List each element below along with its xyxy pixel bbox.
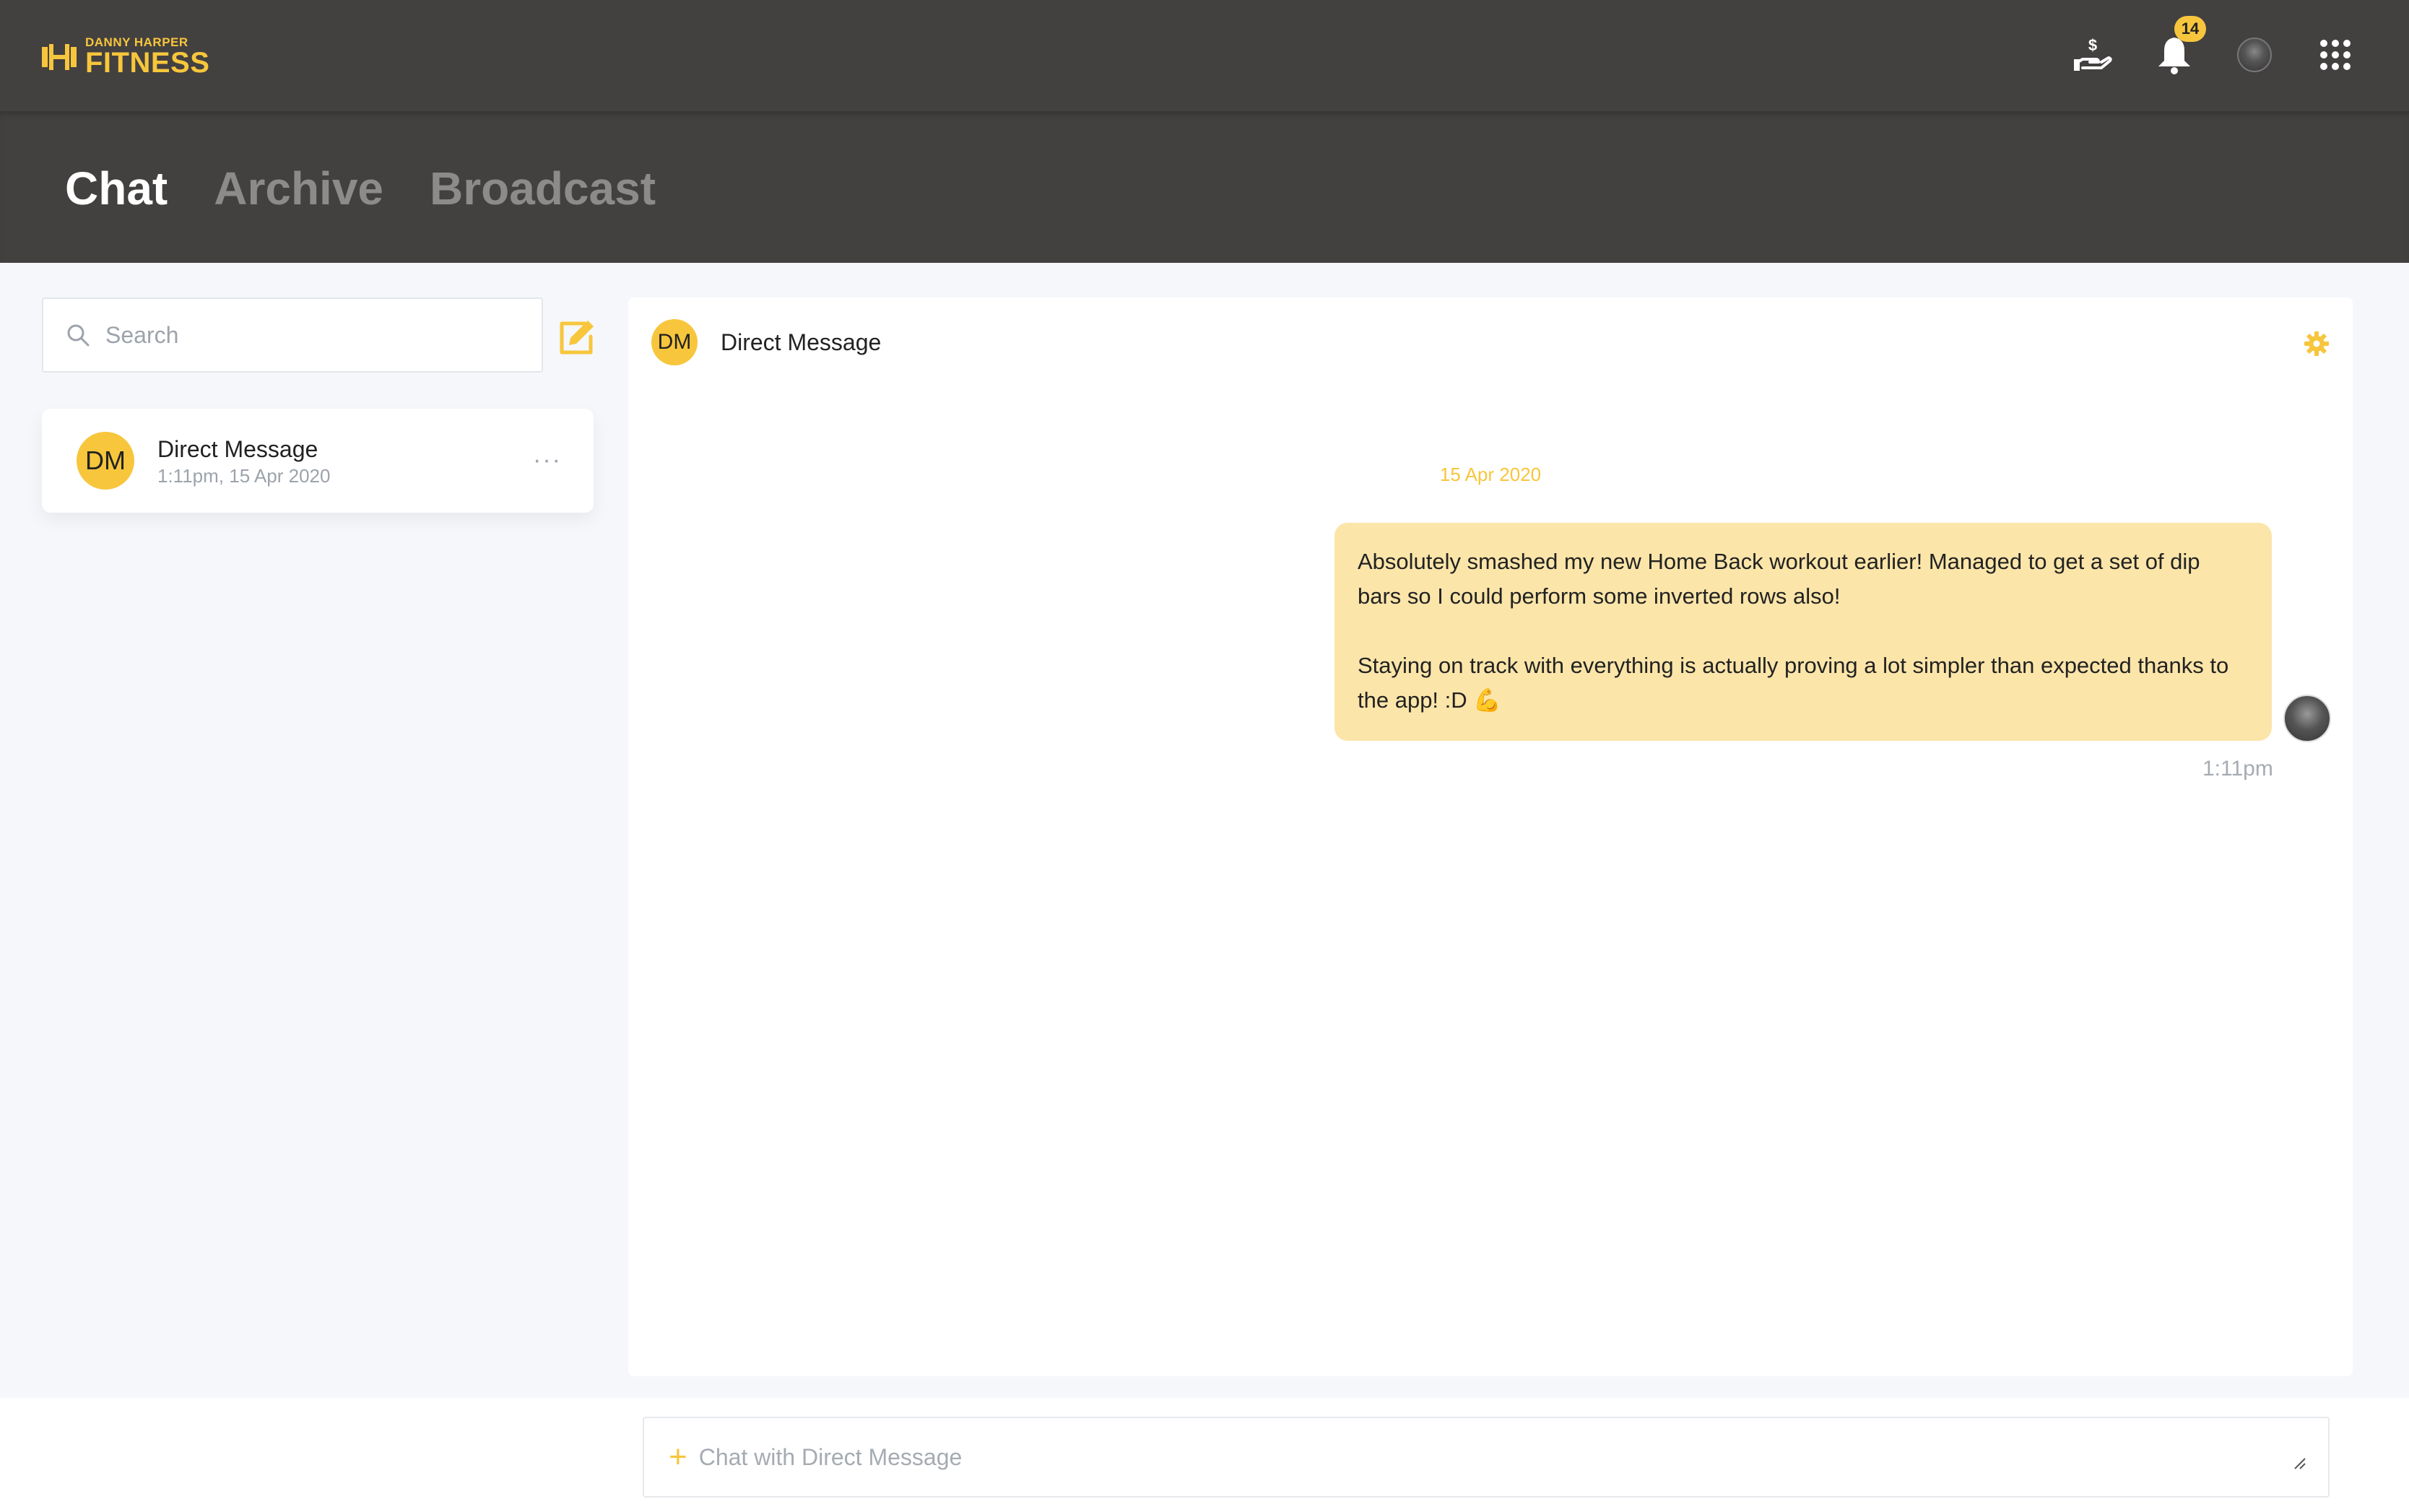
more-options-button[interactable]: ··· <box>533 446 562 474</box>
chat-header: DM Direct Message <box>651 319 881 365</box>
brand-main-text: FITNESS <box>85 47 210 79</box>
svg-text:$: $ <box>2088 36 2097 54</box>
apps-menu-button[interactable] <box>2312 32 2358 78</box>
tab-list: Chat Archive Broadcast <box>65 162 656 215</box>
tab-archive[interactable]: Archive <box>214 162 383 215</box>
chat-panel: DM Direct Message 15 Apr 2020 Absolutely… <box>628 297 2353 1376</box>
attach-plus-icon[interactable]: + <box>669 1441 687 1473</box>
tab-chat[interactable]: Chat <box>65 162 168 215</box>
search-box <box>42 297 543 373</box>
avatar <box>2237 38 2272 72</box>
search-icon <box>67 324 90 347</box>
top-bar: DANNY HARPER FITNESS $ 14 <box>0 0 2409 111</box>
conversation-list-item[interactable]: DM Direct Message 1:11pm, 15 Apr 2020 ··… <box>42 409 594 513</box>
notifications-button[interactable]: 14 <box>2151 16 2206 78</box>
brand-logo[interactable]: DANNY HARPER FITNESS <box>40 36 209 77</box>
notification-count-badge: 14 <box>2174 16 2206 42</box>
gear-icon[interactable] <box>2304 331 2330 357</box>
message-bubble: Absolutely smashed my new Home Back work… <box>1334 523 2272 741</box>
payments-button[interactable]: $ <box>2070 32 2116 78</box>
hand-dollar-icon: $ <box>2074 36 2112 71</box>
sender-avatar <box>2283 695 2331 742</box>
message-timestamp: 1:11pm <box>2202 757 2273 781</box>
resize-handle-icon[interactable] <box>2292 1456 2306 1470</box>
chat-avatar: DM <box>651 319 698 365</box>
conversation-avatar: DM <box>77 432 134 490</box>
compose-message-icon[interactable] <box>556 318 596 358</box>
conversation-name: Direct Message <box>157 436 318 462</box>
chat-title: Direct Message <box>721 329 882 355</box>
message-paragraph: Staying on track with everything is actu… <box>1358 653 2235 713</box>
message-composer: + <box>643 1417 2330 1498</box>
profile-avatar-button[interactable] <box>2231 32 2278 78</box>
search-input[interactable] <box>105 321 510 349</box>
conversation-timestamp: 1:11pm, 15 Apr 2020 <box>157 465 331 487</box>
tab-broadcast[interactable]: Broadcast <box>430 162 656 215</box>
message-input[interactable] <box>698 1443 2215 1471</box>
dumbbell-logo-icon <box>42 43 77 70</box>
section-tabs-bar: Chat Archive Broadcast <box>0 111 2409 263</box>
date-separator: 15 Apr 2020 <box>1439 464 1542 485</box>
message-paragraph: Absolutely smashed my new Home Back work… <box>1358 549 2207 609</box>
grid-menu-icon <box>2320 40 2351 70</box>
